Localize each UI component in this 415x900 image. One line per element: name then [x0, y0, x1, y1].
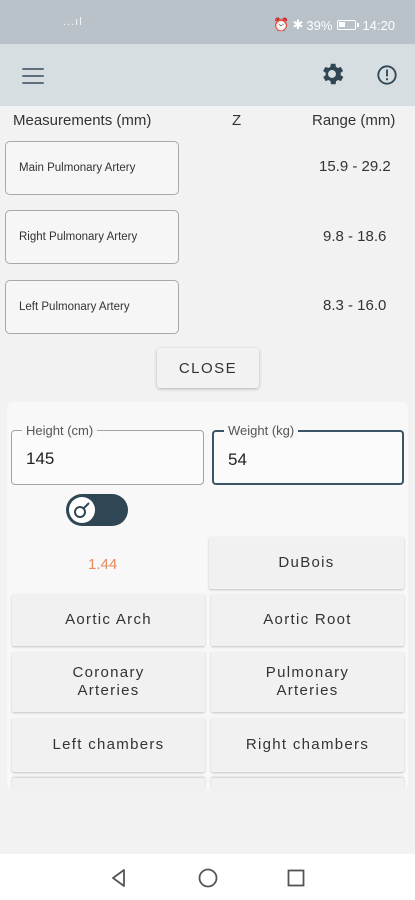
pulmonary-arteries-button[interactable]: Pulmonary Arteries	[211, 652, 404, 712]
home-icon[interactable]	[197, 867, 219, 889]
aortic-arch-button[interactable]: Aortic Arch	[12, 594, 205, 646]
z-header: Z	[232, 112, 242, 129]
height-field[interactable]: Height (cm) 145	[11, 423, 204, 485]
left-pulmonary-artery-button[interactable]: Left Pulmonary Artery	[5, 280, 179, 334]
recents-icon[interactable]	[285, 867, 307, 889]
info-icon[interactable]	[376, 64, 398, 86]
right-pulmonary-artery-range: 9.8 - 18.6	[323, 228, 387, 245]
dubois-button[interactable]: DuBois	[209, 537, 404, 589]
status-bar: ...ıl ⏰ ✱ 39% 14:20	[0, 0, 415, 44]
weight-field[interactable]: Weight (kg) 54	[212, 423, 404, 485]
main-pulmonary-artery-button[interactable]: Main Pulmonary Artery	[5, 141, 179, 195]
battery-icon	[337, 20, 360, 30]
system-nav-bar	[0, 854, 415, 900]
right-pulmonary-artery-button[interactable]: Right Pulmonary Artery	[5, 210, 179, 264]
weight-label: Weight (kg)	[224, 423, 299, 438]
male-symbol-icon	[74, 502, 90, 518]
next-row-button-left[interactable]	[12, 778, 205, 790]
coronary-arteries-button[interactable]: Coronary Arteries	[12, 652, 205, 712]
gear-icon[interactable]	[318, 60, 346, 88]
bluetooth-icon: ✱	[292, 17, 304, 32]
main-pulmonary-artery-range: 15.9 - 29.2	[319, 158, 391, 175]
unit-toggle[interactable]	[66, 494, 128, 526]
back-icon[interactable]	[108, 867, 130, 889]
measurements-header: Measurements (mm)	[13, 112, 152, 129]
status-icons: ⏰ ✱ 39% 14:20	[273, 17, 395, 33]
weight-value[interactable]: 54	[228, 450, 247, 470]
clock: 14:20	[362, 17, 395, 33]
left-chambers-button[interactable]: Left chambers	[12, 718, 205, 772]
height-label: Height (cm)	[22, 423, 98, 438]
close-button[interactable]: CLOSE	[157, 348, 259, 388]
bsa-value: 1.44	[88, 556, 118, 573]
height-value[interactable]: 145	[26, 449, 54, 469]
right-chambers-button[interactable]: Right chambers	[211, 718, 404, 772]
signal-icon: ...ıl	[63, 16, 83, 28]
battery-percent: 39%	[306, 17, 333, 33]
left-pulmonary-artery-range: 8.3 - 16.0	[323, 297, 387, 314]
app-toolbar	[0, 44, 415, 106]
alarm-icon: ⏰	[273, 17, 290, 32]
aortic-root-button[interactable]: Aortic Root	[211, 594, 404, 646]
hamburger-menu-icon[interactable]	[22, 68, 44, 84]
next-row-button-right[interactable]	[211, 778, 404, 790]
range-header: Range (mm)	[312, 112, 396, 129]
